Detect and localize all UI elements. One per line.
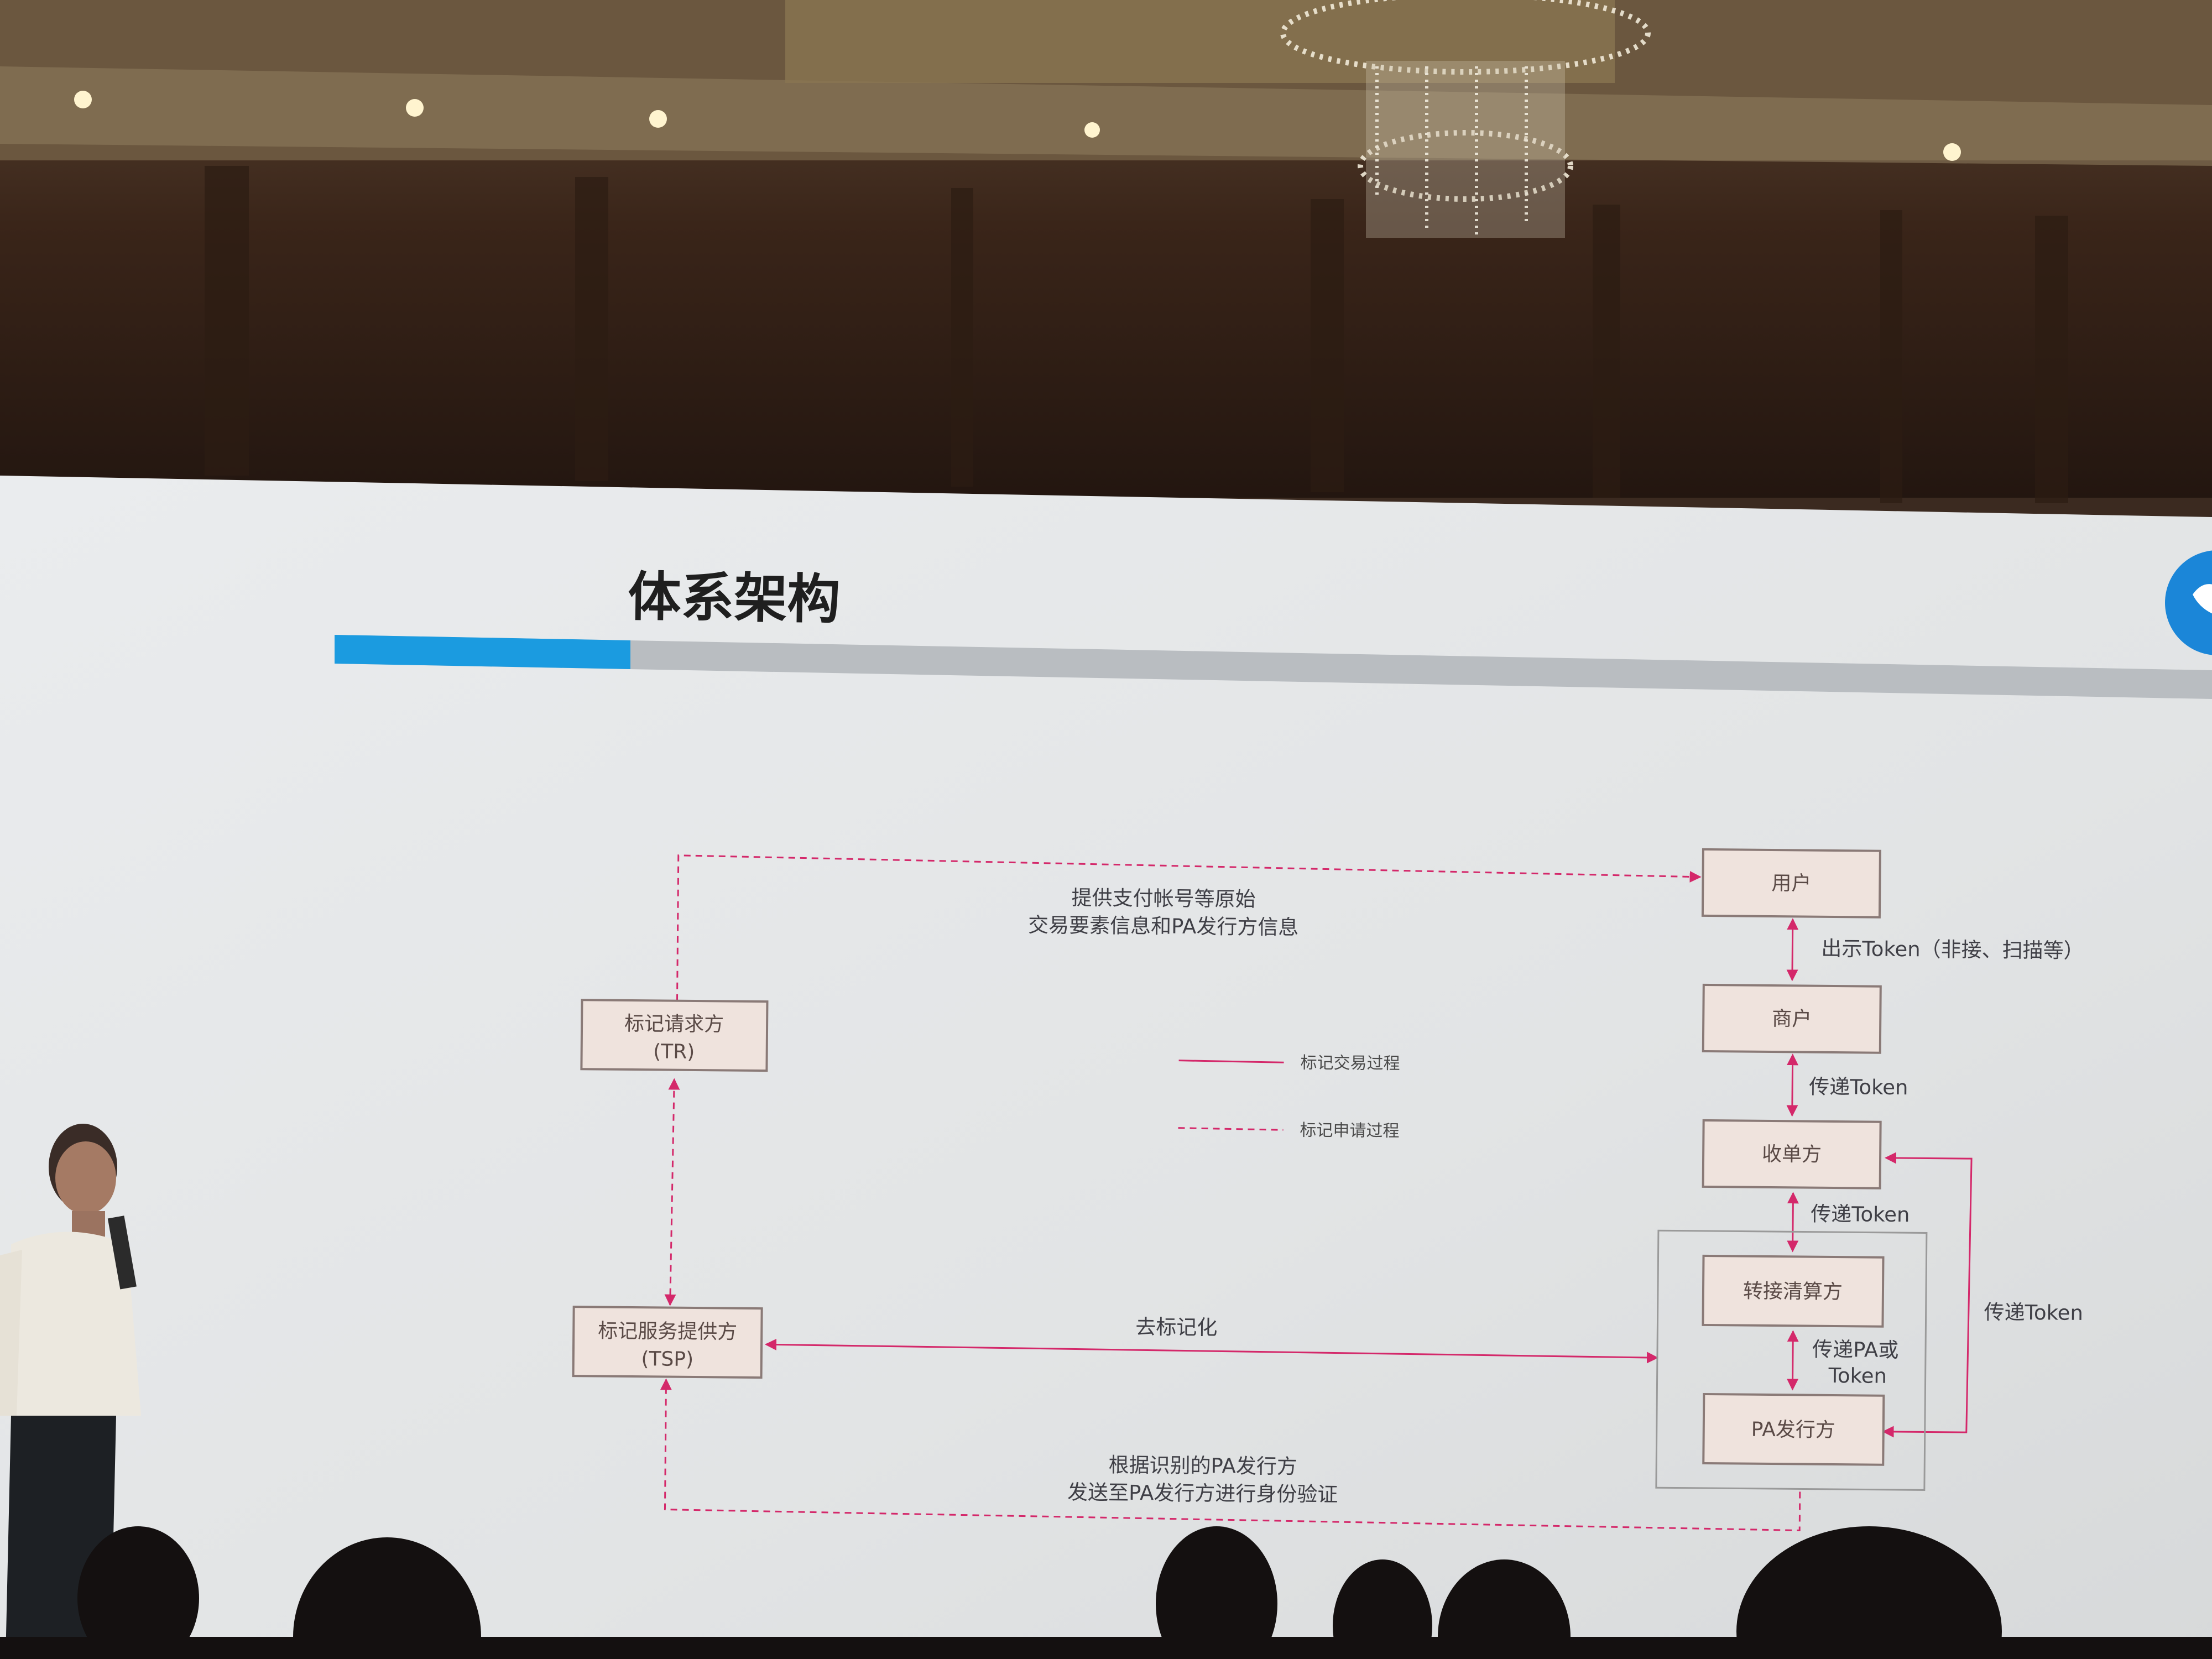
edge-merchant-acquirer [1786, 1053, 1799, 1117]
edge-pass-token-label-2: 传递Token [1811, 1202, 1910, 1227]
slide: 体系架构 提供支付帐号等原始 交易要素信息和PA发行方信息 根据识别的PA发行方… [0, 476, 2212, 1659]
svg-text:收单方: 收单方 [1762, 1143, 1822, 1166]
node-tr: 标记请求方 (TR) [580, 999, 769, 1072]
node-switch: 转接清算方 [1702, 1254, 1885, 1328]
edge-detokenize-label: 去标记化 [1135, 1315, 1217, 1339]
legend-solid-label: 标记交易过程 [1300, 1053, 1400, 1074]
svg-text:PA发行方: PA发行方 [1751, 1418, 1835, 1442]
svg-text:商户: 商户 [1772, 1008, 1812, 1031]
svg-text:标记请求方: 标记请求方 [624, 1013, 724, 1036]
svg-text:(TSP): (TSP) [641, 1348, 693, 1371]
node-pa-issuer: PA发行方 [1702, 1392, 1885, 1466]
edge-pass-pa-label-1: 传递PA或 [1812, 1338, 1899, 1362]
edge-user-merchant [1786, 918, 1799, 982]
edge-pass-token-right-label: 传递Token [1984, 1300, 2083, 1325]
svg-text:标记服务提供方: 标记服务提供方 [598, 1320, 737, 1344]
edge-top-label-1: 提供支付帐号等原始 [1071, 886, 1255, 911]
edge-pass-token-label-1: 传递Token [1809, 1075, 1908, 1100]
legend-dashed-label: 标记申请过程 [1300, 1121, 1399, 1141]
node-acquirer: 收单方 [1702, 1119, 1882, 1190]
node-tsp: 标记服务提供方 (TSP) [572, 1306, 763, 1379]
edge-pass-pa-label-2: Token [1828, 1364, 1887, 1388]
hall-background [0, 0, 2212, 503]
node-user: 用户 [1701, 848, 1881, 919]
edge-switch-pa [1787, 1330, 1799, 1391]
photo-stage: 体系架构 提供支付帐号等原始 交易要素信息和PA发行方信息 根据识别的PA发行方… [0, 0, 2212, 1659]
slide-title: 体系架构 [628, 566, 841, 630]
edge-top-label-2: 交易要素信息和PA发行方信息 [1028, 913, 1299, 939]
svg-text:(TR): (TR) [653, 1040, 695, 1063]
edge-bottom-label-2: 发送至PA发行方进行身份验证 [1067, 1480, 1338, 1506]
svg-text:转接清算方: 转接清算方 [1743, 1280, 1843, 1304]
edge-show-token-label: 出示Token（非接、扫描等） [1821, 937, 2084, 963]
node-merchant: 商户 [1702, 983, 1882, 1054]
edge-bottom-label-1: 根据识别的PA发行方 [1108, 1453, 1297, 1479]
svg-text:用户: 用户 [1771, 872, 1811, 895]
